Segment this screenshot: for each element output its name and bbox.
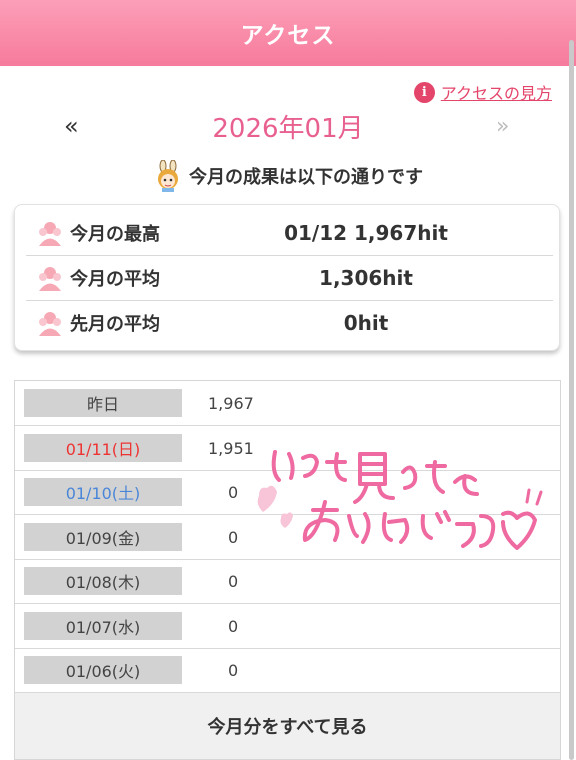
day-label: 01/11(日) [24,434,182,462]
day-label: 01/09(金) [24,523,182,551]
day-hits: 0 [228,616,239,636]
next-month-button[interactable]: » [496,114,509,139]
mascot-icon [158,160,178,192]
stat-value: 1,306hit [319,266,413,290]
stat-label: 今月の平均 [70,269,160,290]
day-hits: 0 [228,571,239,591]
day-hits: 1,967 [208,393,254,413]
list-item: 昨日 1,967 [15,381,560,426]
view-all-month-button[interactable]: 今月分をすべて見る [15,693,560,759]
day-hits: 0 [228,660,239,680]
stat-row-average: 今月の平均 1,306hit [26,256,553,301]
day-hits: 0 [228,482,239,502]
day-label: 01/08(木) [24,567,182,595]
day-label: 昨日 [24,389,182,417]
stat-value: 0hit [343,311,389,335]
person-icon [39,222,61,246]
access-help-link[interactable]: i アクセスの見方 [413,80,552,104]
monthly-stats-card: 今月の最高 01/12 1,967hit 今月の平均 1,306hit 先月の平… [14,204,560,351]
info-icon: i [413,81,435,103]
summary-text: 今月の成果は以下の通りです [189,167,423,188]
summary-message: 今月の成果は以下の通りです [0,160,576,192]
stat-value: 01/12 1,967hit [284,221,448,245]
scrollbar[interactable] [569,40,574,760]
stat-row-last-month: 先月の平均 0hit [26,301,553,345]
list-item: 01/07(水) 0 [15,604,560,649]
day-label: 01/10(土) [24,478,182,506]
current-month: 2026年01月 [212,114,364,144]
stat-label: 先月の平均 [70,314,160,335]
list-item: 01/06(火) 0 [15,648,560,693]
stat-label: 今月の最高 [70,224,160,245]
header-bar: アクセス [0,0,576,66]
day-label: 01/07(水) [24,612,182,640]
person-icon [39,267,61,291]
day-hits: 0 [228,527,239,547]
day-label: 01/06(火) [24,656,182,684]
handwritten-thanks-sticker [257,450,543,550]
person-icon [39,312,61,336]
access-help-label: アクセスの見方 [440,84,552,103]
stat-row-max: 今月の最高 01/12 1,967hit [26,211,553,256]
page-title: アクセス [240,23,336,49]
